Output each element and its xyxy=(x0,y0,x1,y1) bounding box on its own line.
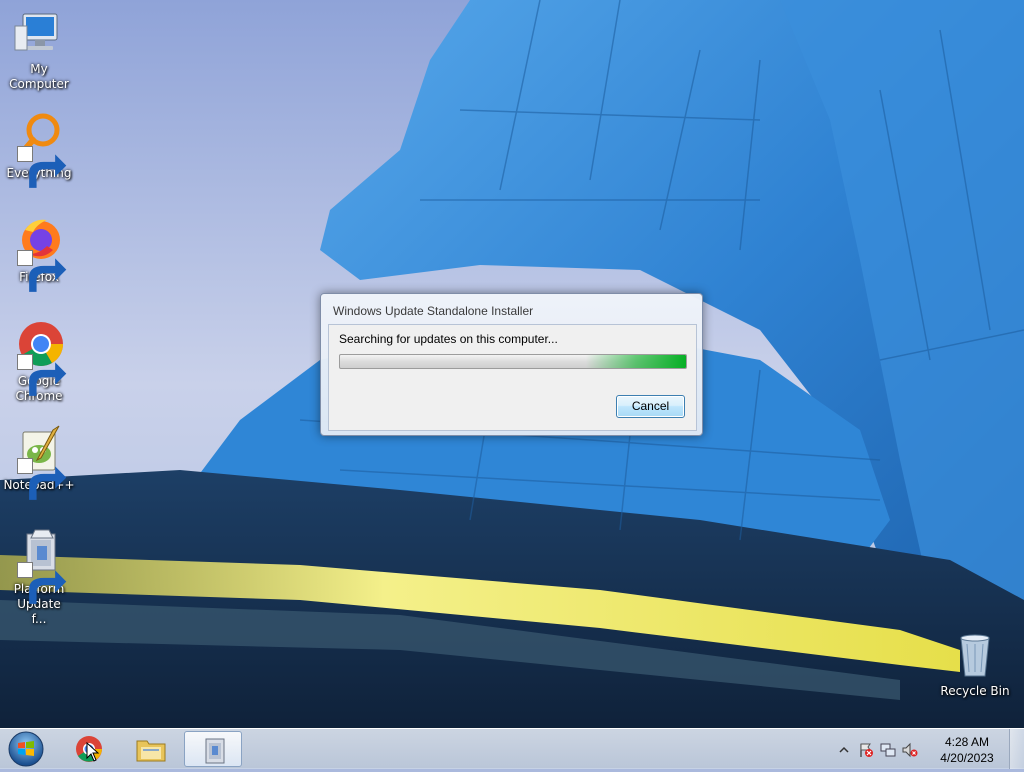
progress-bar xyxy=(339,354,687,369)
everything-icon xyxy=(13,112,67,188)
network-icon[interactable] xyxy=(880,742,896,758)
desktop-icon-label: Recycle Bin xyxy=(940,684,1010,698)
action-center-flag-icon[interactable] xyxy=(858,742,874,758)
computer-icon xyxy=(13,8,65,60)
shortcut-arrow-icon xyxy=(17,146,67,188)
shortcut-arrow-icon xyxy=(17,250,67,292)
notepadpp-icon xyxy=(13,424,67,500)
desktop-icon-everything[interactable]: Everything xyxy=(0,112,78,188)
recycle-bin-icon xyxy=(949,630,1001,682)
cancel-button[interactable]: Cancel xyxy=(616,395,685,418)
show-desktop-button[interactable] xyxy=(1009,729,1024,769)
desktop-icon-google-chrome[interactable]: Google Chrome xyxy=(0,320,78,404)
progress-marquee xyxy=(586,355,686,368)
firefox-icon xyxy=(13,216,67,292)
volume-muted-icon[interactable] xyxy=(902,742,918,758)
desktop-icon-platform-update[interactable]: Platform Update f... xyxy=(0,528,78,627)
taskbar-clock[interactable]: 4:28 AM 4/20/2023 xyxy=(932,734,1002,766)
clock-time: 4:28 AM xyxy=(944,735,990,749)
shortcut-arrow-icon xyxy=(17,562,67,604)
start-button[interactable] xyxy=(6,730,46,768)
installer-icon xyxy=(205,738,225,764)
clock-date: 4/20/2023 xyxy=(940,751,994,765)
folder-icon xyxy=(136,740,166,762)
taskbar: 4:28 AM 4/20/2023 xyxy=(0,728,1024,769)
wusa-dialog: Windows Update Standalone Installer Sear… xyxy=(320,293,703,436)
system-tray: 4:28 AM 4/20/2023 xyxy=(834,729,1024,769)
dialog-title: Windows Update Standalone Installer xyxy=(333,304,534,318)
dialog-message: Searching for updates on this computer..… xyxy=(339,332,558,346)
taskbar-explorer-button[interactable] xyxy=(122,731,180,767)
taskbar-wusa-button[interactable] xyxy=(184,731,242,767)
chrome-icon xyxy=(13,320,67,396)
desktop-icon-notepad-plus-plus[interactable]: Notepad++ xyxy=(0,424,78,500)
desktop-icon-label: My Computer xyxy=(9,62,69,91)
shortcut-arrow-icon xyxy=(17,354,67,396)
mouse-pointer-icon xyxy=(86,742,100,762)
desktop-icon-recycle-bin[interactable]: Recycle Bin xyxy=(936,630,1014,699)
windows-logo-icon xyxy=(8,731,44,767)
installer-icon xyxy=(13,528,67,604)
show-hidden-icons-chevron[interactable] xyxy=(836,742,852,758)
shortcut-arrow-icon xyxy=(17,458,67,500)
dialog-body: Searching for updates on this computer..… xyxy=(328,324,697,431)
desktop-icon-firefox[interactable]: Firefox xyxy=(0,216,78,292)
desktop-icon-my-computer[interactable]: My Computer xyxy=(0,8,78,92)
